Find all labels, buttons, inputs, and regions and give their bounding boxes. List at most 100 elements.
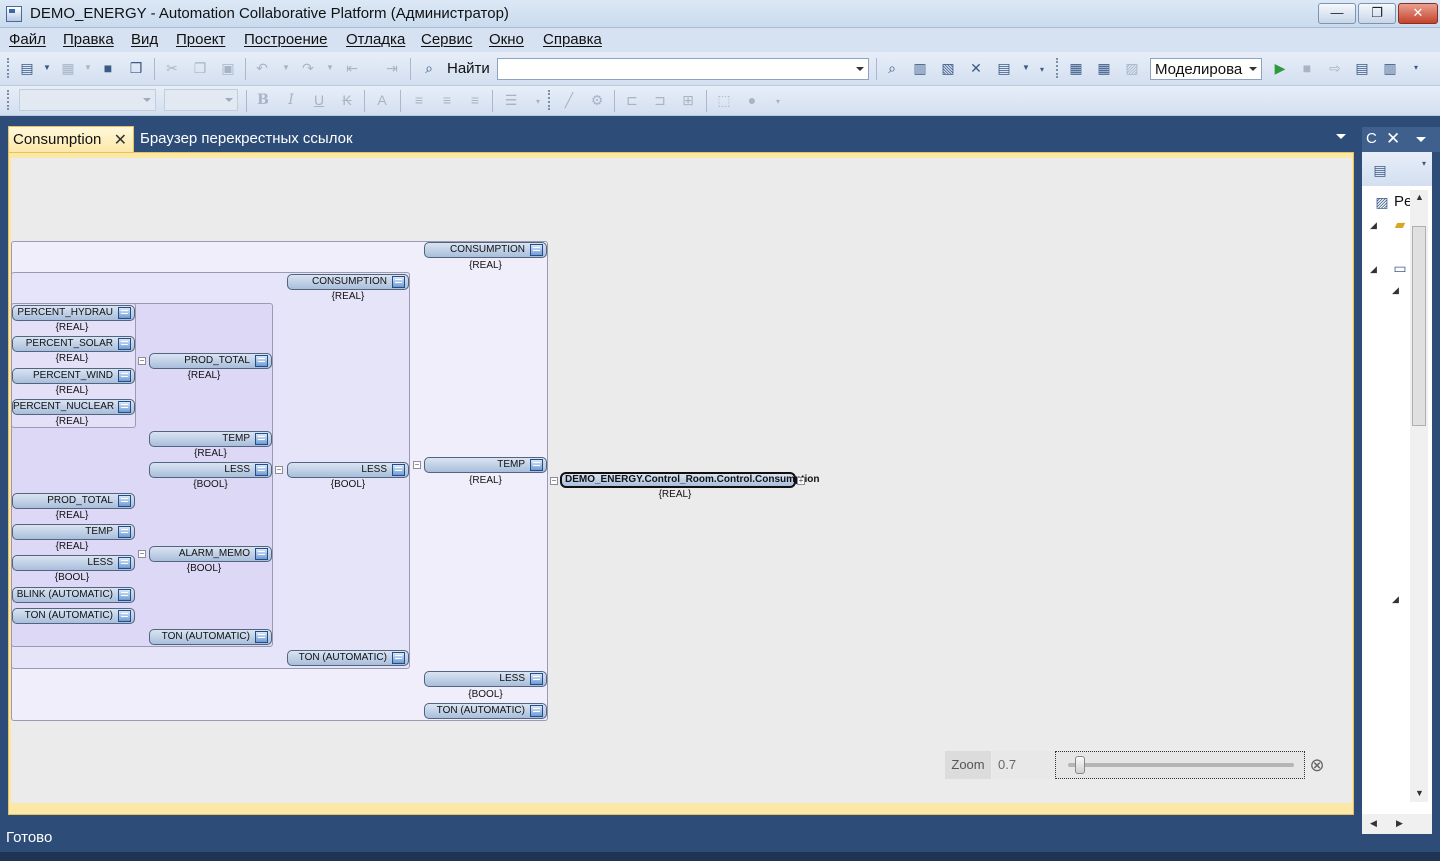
menu-view[interactable]: Вид xyxy=(131,31,158,48)
save-icon[interactable]: ■ xyxy=(98,58,118,78)
collapse-toggle[interactable]: − xyxy=(138,550,146,558)
zoom-value-field[interactable]: 0.7 xyxy=(992,751,1054,779)
chevron-down-icon[interactable] xyxy=(143,98,151,102)
horizontal-scrollbar[interactable]: ◀ ▶ xyxy=(1362,814,1432,834)
chevron-down-icon[interactable] xyxy=(1416,137,1426,142)
collapse-toggle[interactable]: − xyxy=(275,466,283,474)
navigate-forward-icon[interactable]: ⇥ xyxy=(382,58,402,78)
distribute-icon[interactable]: ⊐ xyxy=(650,90,670,110)
output-icon[interactable]: ▥ xyxy=(1380,58,1400,78)
align-shapes-icon[interactable]: ⊏ xyxy=(622,90,642,110)
node-root-consumption[interactable]: DEMO_ENERGY.Control_Room.Control.Consump… xyxy=(560,472,819,488)
undo-icon[interactable]: ↶ xyxy=(252,58,272,78)
tab-list-dropdown-icon[interactable] xyxy=(1336,134,1346,139)
node-percent-solar[interactable]: PERCENT_SOLAR xyxy=(12,336,135,352)
select-area-icon[interactable]: ⬚ xyxy=(714,90,734,110)
italic-icon[interactable]: I xyxy=(281,90,301,110)
zoom-slider[interactable] xyxy=(1055,751,1305,779)
menu-project[interactable]: Проект xyxy=(176,31,225,48)
find-combobox[interactable] xyxy=(497,58,869,80)
tools-icon[interactable]: ✕ xyxy=(966,58,986,78)
watch-icon[interactable]: ▤ xyxy=(1352,58,1372,78)
chevron-down-icon[interactable] xyxy=(225,98,233,102)
node-prod-total[interactable]: PROD_TOTAL xyxy=(12,493,135,509)
toolbar-grip[interactable] xyxy=(7,58,10,78)
collapse-toggle[interactable]: − xyxy=(138,357,146,365)
toolbar-overflow-icon[interactable]: ▾ xyxy=(1414,154,1434,174)
toolbar-grip[interactable] xyxy=(548,90,551,110)
chevron-down-icon[interactable] xyxy=(856,67,864,71)
toolbar-overflow-icon[interactable]: ▾ xyxy=(768,92,788,112)
pointer-icon[interactable]: ● xyxy=(742,90,762,110)
expand-toggle[interactable]: + xyxy=(797,477,805,485)
node-prod-total[interactable]: PROD_TOTAL xyxy=(149,353,272,369)
find-in-files-icon[interactable]: ⌕ xyxy=(882,58,902,78)
node-ton-automatic[interactable]: TON (AUTOMATIC) xyxy=(12,608,135,624)
scroll-right-icon[interactable]: ▶ xyxy=(1396,818,1403,829)
close-icon[interactable]: ✕ xyxy=(1386,129,1400,149)
node-temp[interactable]: TEMP xyxy=(149,431,272,447)
node-ton-automatic[interactable]: TON (AUTOMATIC) xyxy=(149,629,272,645)
zoom-slider-thumb[interactable] xyxy=(1074,756,1085,774)
navigate-back-icon[interactable]: ⇤ xyxy=(342,58,362,78)
redo-icon[interactable]: ↷ xyxy=(298,58,318,78)
tab-consumption[interactable]: Consumption ✕ xyxy=(8,126,134,152)
project-browser-icon[interactable]: ▥ xyxy=(910,58,930,78)
node-percent-wind[interactable]: PERCENT_WIND xyxy=(12,368,135,384)
menu-build[interactable]: Построение xyxy=(244,31,328,48)
dropdown-arrow-icon[interactable]: ▼ xyxy=(276,58,296,78)
node-ton-automatic[interactable]: TON (AUTOMATIC) xyxy=(424,703,547,719)
node-ton-automatic[interactable]: TON (AUTOMATIC) xyxy=(287,650,409,666)
strikethrough-icon[interactable]: K xyxy=(337,90,357,110)
save-all-icon[interactable]: ❒ xyxy=(126,58,146,78)
clean-icon[interactable]: ▨ xyxy=(1122,58,1142,78)
node-consumption[interactable]: CONSUMPTION xyxy=(287,274,409,290)
toolbar-overflow-icon[interactable]: ▾ xyxy=(1406,58,1426,78)
tree-expand-icon[interactable]: ◢ xyxy=(1370,264,1377,275)
run-icon[interactable]: ▶ xyxy=(1270,58,1290,78)
stop-icon[interactable]: ■ xyxy=(1297,58,1317,78)
collapse-toggle[interactable]: − xyxy=(413,461,421,469)
group-icon[interactable]: ⊞ xyxy=(678,90,698,110)
node-less[interactable]: LESS xyxy=(287,462,409,478)
menu-file[interactable]: Файл xyxy=(9,31,46,48)
bullet-list-icon[interactable]: ☰ xyxy=(501,90,521,110)
node-less[interactable]: LESS xyxy=(424,671,547,687)
minimize-button[interactable]: — xyxy=(1318,3,1356,24)
draw-line-icon[interactable]: ╱ xyxy=(559,90,579,110)
font-name-combobox[interactable] xyxy=(19,89,156,111)
tree-expand-icon[interactable]: ◢ xyxy=(1392,594,1399,605)
tree-expand-icon[interactable]: ◢ xyxy=(1370,220,1377,231)
node-temp[interactable]: TEMP xyxy=(12,524,135,540)
connector-icon[interactable]: ⚙ xyxy=(587,90,607,110)
zoom-reset-icon[interactable]: ⊗ xyxy=(1305,751,1329,779)
dropdown-arrow-icon[interactable]: ▼ xyxy=(320,58,340,78)
close-icon[interactable]: ✕ xyxy=(114,130,127,150)
align-right-icon[interactable]: ≡ xyxy=(465,90,485,110)
node-alarm-memo[interactable]: ALARM_MEMO xyxy=(149,546,272,562)
align-center-icon[interactable]: ≡ xyxy=(437,90,457,110)
scroll-left-icon[interactable]: ◀ xyxy=(1370,818,1377,829)
chevron-down-icon[interactable] xyxy=(1249,67,1257,71)
align-left-icon[interactable]: ≡ xyxy=(409,90,429,110)
dropdown-arrow-icon[interactable]: ▼ xyxy=(37,58,57,78)
node-percent-nuclear[interactable]: PERCENT_NUCLEAR xyxy=(12,399,135,415)
toolbar-grip[interactable] xyxy=(1056,58,1059,78)
node-blink-automatic[interactable]: BLINK (AUTOMATIC) xyxy=(12,587,135,603)
menu-help[interactable]: Справка xyxy=(543,31,602,48)
diagram-canvas[interactable]: CONSUMPTION {REAL} TEMP {REAL} LESS {BOO… xyxy=(11,158,1352,803)
node-less[interactable]: LESS xyxy=(12,555,135,571)
properties-icon[interactable]: ▤ xyxy=(1370,160,1390,180)
scrollbar-thumb[interactable] xyxy=(1412,226,1426,426)
step-icon[interactable]: ⇨ xyxy=(1325,58,1345,78)
font-size-combobox[interactable] xyxy=(164,89,238,111)
menu-debug[interactable]: Отладка xyxy=(346,31,405,48)
scroll-down-icon[interactable]: ▼ xyxy=(1415,788,1424,798)
maximize-button[interactable]: ❐ xyxy=(1358,3,1396,24)
compile-all-icon[interactable]: ▦ xyxy=(1094,58,1114,78)
tab-cross-reference-browser[interactable]: Браузер перекрестных ссылок xyxy=(140,130,353,147)
menu-edit[interactable]: Правка xyxy=(63,31,114,48)
menu-tools[interactable]: Сервис xyxy=(421,31,472,48)
node-less[interactable]: LESS xyxy=(149,462,272,478)
node-percent-hydrau[interactable]: PERCENT_HYDRAU xyxy=(12,305,135,321)
